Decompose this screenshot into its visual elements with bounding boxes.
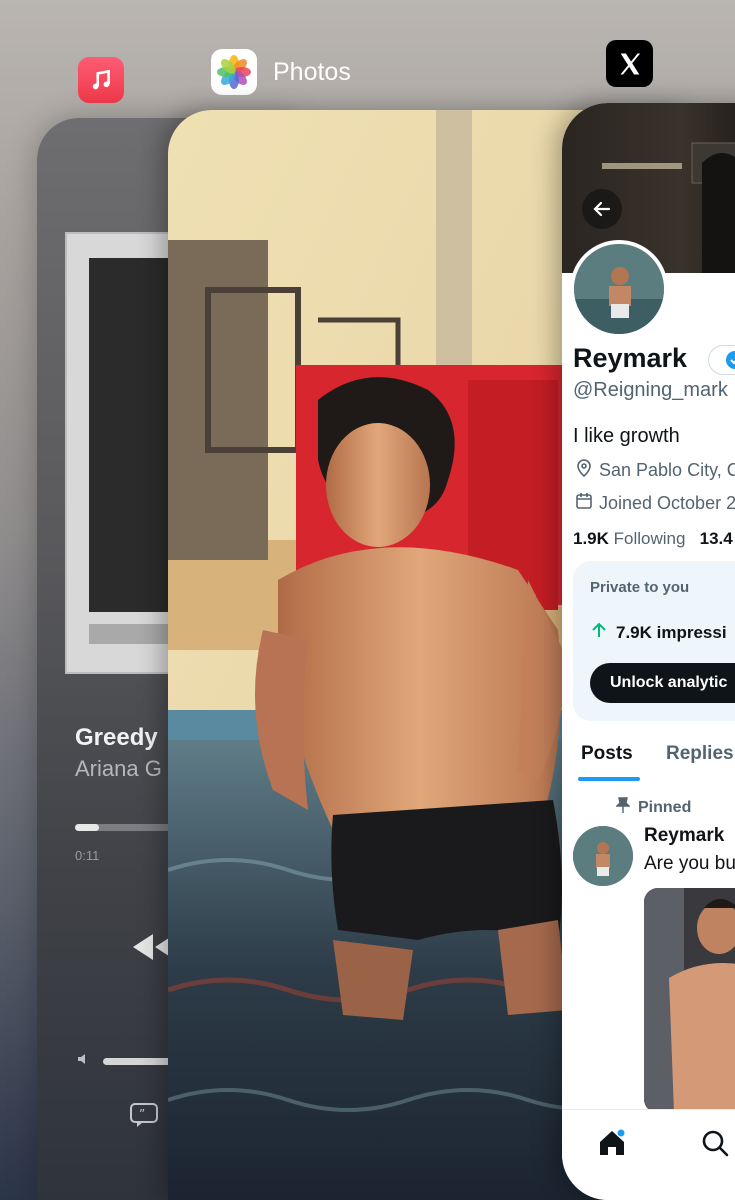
profile-bio: I like growth — [573, 425, 680, 447]
music-icon — [78, 57, 124, 103]
profile-tabs: Posts Replies — [562, 739, 735, 785]
pin-icon — [615, 797, 631, 818]
followers-count[interactable]: 13.4 — [700, 529, 733, 548]
search-icon[interactable] — [700, 1128, 730, 1163]
song-artist: Ariana G — [75, 756, 162, 781]
profile-name: Reymark — [573, 343, 688, 373]
x-app-card[interactable]: Reymark @Reigning_mark I like growth San… — [562, 103, 735, 1200]
lyrics-icon[interactable]: ” — [129, 1102, 159, 1133]
impressions-text: 7.9K impressi — [616, 622, 727, 642]
playback-progress-fill — [75, 824, 99, 831]
following-link[interactable]: 1.9K Following — [573, 529, 685, 548]
home-icon[interactable] — [597, 1128, 627, 1163]
private-title: Private to you — [590, 579, 690, 596]
follow-stats: 1.9K Following 13.4 — [573, 529, 733, 549]
post-author[interactable]: Reymark — [644, 825, 724, 847]
speaker-icon — [77, 1052, 91, 1071]
tab-replies[interactable]: Replies — [666, 743, 734, 765]
joined-text: Joined October 2 — [599, 493, 735, 513]
profile-handle: @Reigning_mark — [573, 379, 728, 401]
profile-avatar[interactable] — [570, 240, 668, 338]
pinned-indicator: Pinned — [615, 797, 692, 818]
svg-text:”: ” — [139, 1107, 145, 1121]
post-text: Are you bu — [644, 853, 735, 874]
active-tab-indicator — [578, 777, 640, 781]
unlock-analytics-button[interactable]: Unlock analytic — [590, 663, 735, 703]
post-avatar[interactable] — [573, 826, 633, 886]
tab-posts[interactable]: Posts — [581, 743, 633, 765]
location-text: San Pablo City, C — [599, 460, 735, 480]
photos-app-label[interactable]: Photos — [211, 49, 351, 95]
calendar-icon — [575, 492, 593, 515]
pinned-label: Pinned — [638, 798, 692, 816]
following-count: 1.9K — [573, 529, 609, 548]
location-pin-icon — [575, 459, 593, 482]
x-logo-icon — [606, 40, 653, 87]
elapsed-time: 0:11 — [75, 848, 100, 863]
bottom-tab-bar — [562, 1109, 735, 1200]
impressions-stat: 7.9K impressi — [590, 621, 727, 644]
post-image[interactable] — [644, 888, 735, 1113]
profile-banner — [562, 103, 735, 273]
x-app-label[interactable] — [606, 40, 653, 87]
music-app-label[interactable] — [78, 57, 124, 103]
photos-app-name: Photos — [273, 57, 351, 86]
arrow-up-icon — [590, 621, 608, 644]
following-label: Following — [613, 529, 686, 548]
profile-joined: Joined October 2 — [575, 492, 735, 515]
photos-icon — [211, 49, 257, 95]
private-analytics-card: Private to you 7.9K impressi Unlock anal… — [573, 561, 735, 721]
song-title: Greedy — [75, 724, 158, 751]
verified-badge-icon[interactable] — [708, 345, 735, 375]
profile-location: San Pablo City, C — [575, 459, 735, 482]
back-arrow-icon[interactable] — [582, 189, 622, 229]
